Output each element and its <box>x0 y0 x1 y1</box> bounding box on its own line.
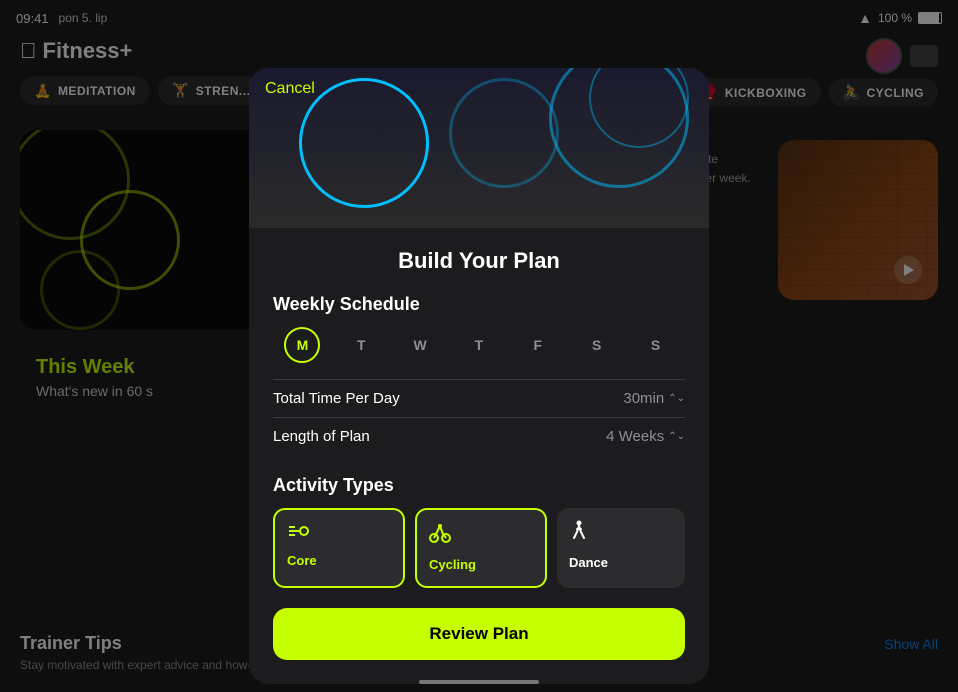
day-monday[interactable]: M <box>284 327 320 363</box>
day-tuesday[interactable]: T <box>343 327 379 363</box>
modal-header-circles <box>249 68 709 228</box>
total-time-label: Total Time Per Day <box>273 390 400 407</box>
day-sunday[interactable]: S <box>637 327 673 363</box>
activity-types-title: Activity Types <box>273 475 685 496</box>
core-label: Core <box>287 553 391 568</box>
activity-core[interactable]: Core <box>273 508 405 588</box>
chevron-updown-icon: ⌃⌄ <box>668 393 685 404</box>
day-friday[interactable]: F <box>520 327 556 363</box>
cancel-button[interactable]: Cancel <box>265 80 315 98</box>
length-value: 4 Weeks ⌃⌄ <box>606 428 685 445</box>
modal-circle-1 <box>299 78 429 208</box>
review-plan-button[interactable]: Review Plan <box>273 608 685 660</box>
activity-dance[interactable]: Dance <box>557 508 685 588</box>
modal-body: Build Your Plan Weekly Schedule M T W T <box>249 228 709 684</box>
modal-title: Build Your Plan <box>273 248 685 274</box>
dance-icon <box>569 520 673 547</box>
home-indicator <box>419 680 539 684</box>
cycling-activity-icon <box>429 522 533 549</box>
activity-types-section: Activity Types Core <box>273 475 685 588</box>
core-icon <box>287 522 391 545</box>
chevron-updown-icon-2: ⌃⌄ <box>668 431 685 442</box>
length-label: Length of Plan <box>273 428 370 445</box>
day-saturday[interactable]: S <box>579 327 615 363</box>
build-plan-modal: Cancel Build Your Plan Weekly Schedule M… <box>249 68 709 684</box>
total-time-value: 30min ⌃⌄ <box>623 390 685 407</box>
dance-label: Dance <box>569 555 673 570</box>
modal-circle-2 <box>449 78 559 188</box>
weekly-schedule-title: Weekly Schedule <box>273 294 685 315</box>
day-wednesday[interactable]: W <box>402 327 438 363</box>
activity-grid: Core Cycling <box>273 508 685 588</box>
activity-cycling[interactable]: Cycling <box>415 508 547 588</box>
cycling-label: Cycling <box>429 557 533 572</box>
length-of-plan-row[interactable]: Length of Plan 4 Weeks ⌃⌄ <box>273 417 685 455</box>
modal-header-image: Cancel <box>249 68 709 228</box>
days-row: M T W T F S S <box>273 327 685 363</box>
day-thursday[interactable]: T <box>461 327 497 363</box>
total-time-row[interactable]: Total Time Per Day 30min ⌃⌄ <box>273 379 685 417</box>
weekly-schedule-section: Weekly Schedule M T W T F <box>273 294 685 455</box>
